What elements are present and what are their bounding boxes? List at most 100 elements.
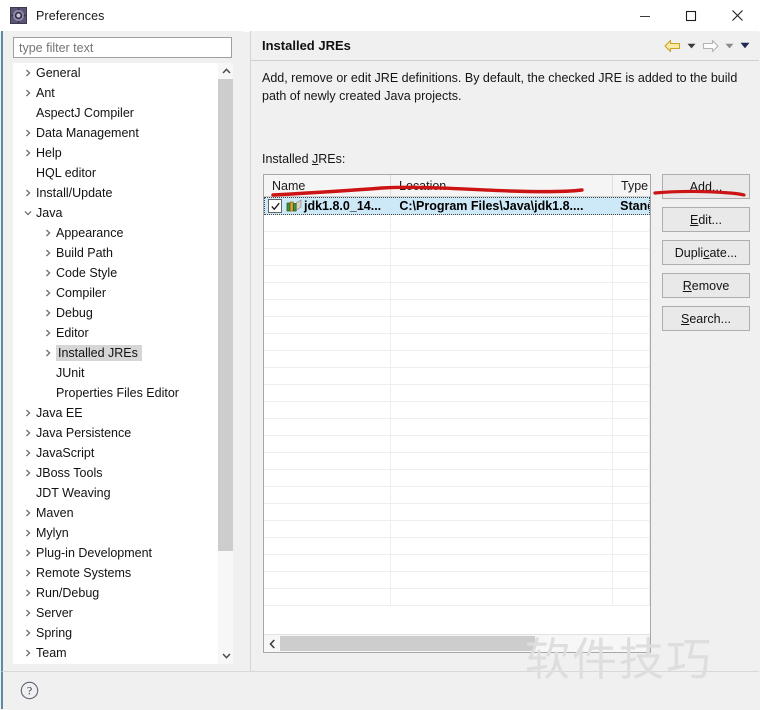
table-empty-row[interactable] (264, 351, 650, 368)
table-column-header-name[interactable]: Name (264, 175, 391, 196)
tree-item-general[interactable]: General (13, 63, 217, 83)
back-arrow-icon[interactable] (662, 35, 682, 57)
table-empty-row[interactable] (264, 368, 650, 385)
close-button[interactable] (714, 0, 760, 31)
tree-scroll-thumb[interactable] (218, 79, 233, 551)
chevron-right-icon[interactable] (20, 409, 36, 417)
tree-item-properties-files-editor[interactable]: Properties Files Editor (13, 383, 217, 403)
table-body[interactable]: jdk1.8.0_14... C:\Program Files\Java\jdk1… (264, 197, 650, 606)
table-empty-row[interactable] (264, 317, 650, 334)
tree-item-data-management[interactable]: Data Management (13, 123, 217, 143)
tree-item-installed-jres[interactable]: Installed JREs (13, 343, 217, 363)
tree-item-run-debug[interactable]: Run/Debug (13, 583, 217, 603)
help-question-icon[interactable]: ? (20, 681, 39, 700)
search-button[interactable]: Search... (662, 306, 750, 331)
back-dropdown-chevron-down-icon[interactable] (684, 35, 698, 57)
chevron-down-icon[interactable] (20, 209, 36, 217)
tree-item-jdt-weaving[interactable]: JDT Weaving (13, 483, 217, 503)
table-empty-row[interactable] (264, 266, 650, 283)
tree-item-java-ee[interactable]: Java EE (13, 403, 217, 423)
tree-item-jboss-tools[interactable]: JBoss Tools (13, 463, 217, 483)
tree-item-spring[interactable]: Spring (13, 623, 217, 643)
installed-jres-table[interactable]: Name Location Type jdk1.8.0_14... C:\Progra… (263, 174, 651, 653)
chevron-right-icon[interactable] (20, 69, 36, 77)
chevron-right-icon[interactable] (20, 569, 36, 577)
tree-item-editor[interactable]: Editor (13, 323, 217, 343)
page-menu-chevron-down-icon[interactable] (738, 35, 752, 57)
table-empty-row[interactable] (264, 487, 650, 504)
tree-item-team[interactable]: Team (13, 643, 217, 663)
tree-item-install-update[interactable]: Install/Update (13, 183, 217, 203)
forward-dropdown-chevron-down-icon[interactable] (722, 35, 736, 57)
table-row[interactable]: jdk1.8.0_14... C:\Program Files\Java\jdk1… (264, 197, 650, 215)
chevron-right-icon[interactable] (20, 509, 36, 517)
table-column-header-type[interactable]: Type (613, 175, 650, 196)
tree-item-debug[interactable]: Debug (13, 303, 217, 323)
tree-item-ant[interactable]: Ant (13, 83, 217, 103)
chevron-right-icon[interactable] (40, 349, 56, 357)
table-empty-row[interactable] (264, 521, 650, 538)
jre-default-checkbox[interactable] (268, 199, 282, 213)
chevron-right-icon[interactable] (40, 229, 56, 237)
minimize-button[interactable] (622, 0, 668, 31)
remove-button[interactable]: Remove (662, 273, 750, 298)
chevron-right-icon[interactable] (20, 609, 36, 617)
table-empty-row[interactable] (264, 453, 650, 470)
edit-button[interactable]: Edit... (662, 207, 750, 232)
tree-item-plug-in-development[interactable]: Plug-in Development (13, 543, 217, 563)
table-empty-row[interactable] (264, 300, 650, 317)
table-empty-row[interactable] (264, 402, 650, 419)
chevron-right-icon[interactable] (20, 469, 36, 477)
chevron-right-icon[interactable] (40, 269, 56, 277)
table-empty-row[interactable] (264, 470, 650, 487)
preferences-tree[interactable]: General Ant AspectJ Compiler Data Managemen… (13, 63, 217, 664)
tree-item-appearance[interactable]: Appearance (13, 223, 217, 243)
tree-vertical-scrollbar[interactable] (217, 63, 233, 664)
tree-item-code-style[interactable]: Code Style (13, 263, 217, 283)
tree-item-remote-systems[interactable]: Remote Systems (13, 563, 217, 583)
chevron-right-icon[interactable] (20, 449, 36, 457)
chevron-right-icon[interactable] (40, 249, 56, 257)
table-column-header-location[interactable]: Location (391, 175, 613, 196)
chevron-right-icon[interactable] (20, 429, 36, 437)
scroll-up-arrow-icon[interactable] (218, 63, 233, 79)
chevron-right-icon[interactable] (40, 309, 56, 317)
table-empty-row[interactable] (264, 232, 650, 249)
chevron-right-icon[interactable] (20, 129, 36, 137)
tree-item-build-path[interactable]: Build Path (13, 243, 217, 263)
table-empty-row[interactable] (264, 385, 650, 402)
chevron-right-icon[interactable] (20, 149, 36, 157)
hscroll-thumb[interactable] (280, 636, 535, 651)
tree-item-aspectj-compiler[interactable]: AspectJ Compiler (13, 103, 217, 123)
forward-arrow-icon[interactable] (700, 35, 720, 57)
tree-item-server[interactable]: Server (13, 603, 217, 623)
chevron-right-icon[interactable] (20, 649, 36, 657)
maximize-button[interactable] (668, 0, 714, 31)
tree-item-junit[interactable]: JUnit (13, 363, 217, 383)
scroll-down-arrow-icon[interactable] (218, 648, 233, 664)
table-empty-row[interactable] (264, 419, 650, 436)
chevron-left-icon[interactable] (264, 636, 280, 652)
chevron-right-icon[interactable] (40, 289, 56, 297)
table-empty-row[interactable] (264, 215, 650, 232)
table-empty-row[interactable] (264, 504, 650, 521)
tree-item-java-persistence[interactable]: Java Persistence (13, 423, 217, 443)
tree-item-hql-editor[interactable]: HQL editor (13, 163, 217, 183)
table-empty-row[interactable] (264, 249, 650, 266)
chevron-right-icon[interactable] (40, 329, 56, 337)
tree-item-maven[interactable]: Maven (13, 503, 217, 523)
tree-item-mylyn[interactable]: Mylyn (13, 523, 217, 543)
table-empty-row[interactable] (264, 334, 650, 351)
table-empty-row[interactable] (264, 436, 650, 453)
chevron-right-icon[interactable] (20, 629, 36, 637)
tree-item-java[interactable]: Java (13, 203, 217, 223)
table-empty-row[interactable] (264, 555, 650, 572)
table-empty-row[interactable] (264, 283, 650, 300)
chevron-right-icon[interactable] (20, 189, 36, 197)
duplicate-button[interactable]: Dupli c ate... (662, 240, 750, 265)
tree-item-help[interactable]: Help (13, 143, 217, 163)
table-empty-row[interactable] (264, 572, 650, 589)
table-empty-row[interactable] (264, 589, 650, 606)
chevron-right-icon[interactable] (20, 549, 36, 557)
chevron-right-icon[interactable] (20, 589, 36, 597)
